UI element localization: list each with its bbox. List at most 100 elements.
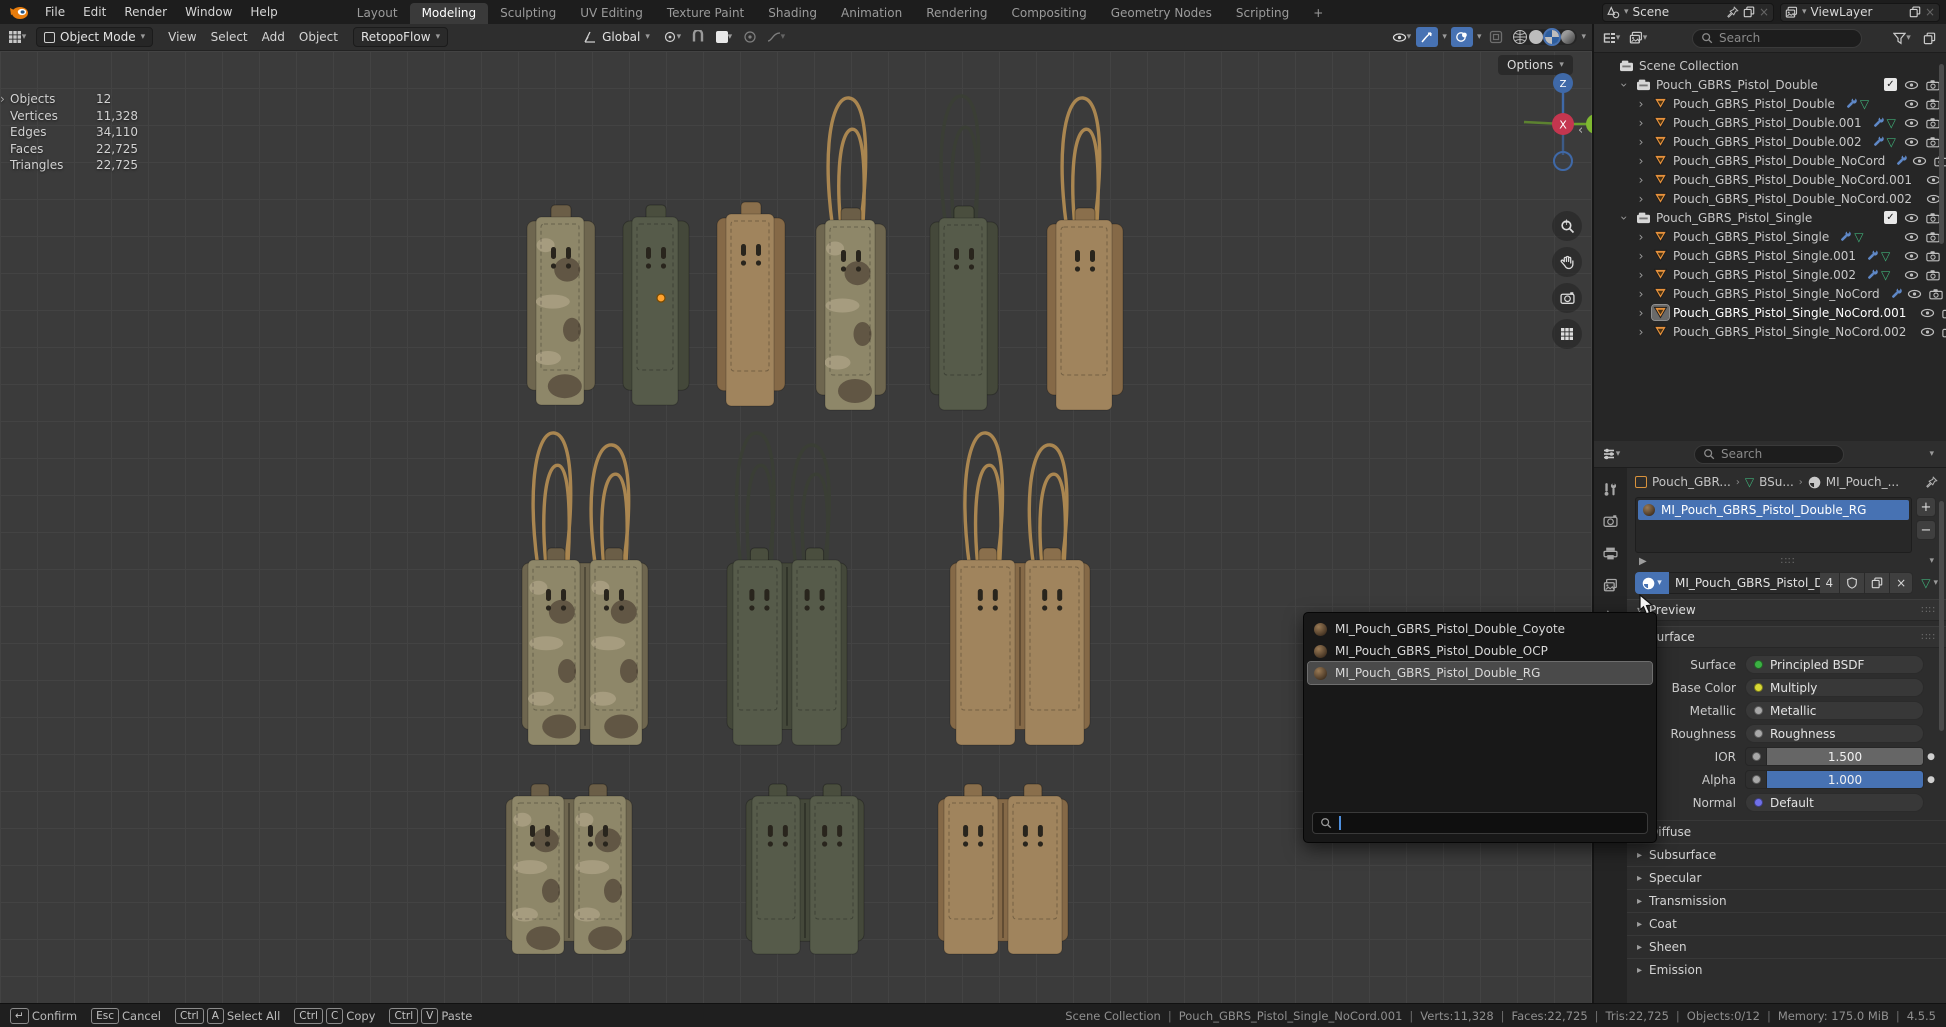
expand-arrow[interactable]: › [1617,211,1631,225]
tab-render-icon[interactable] [1603,514,1618,529]
material-name-field[interactable]: MI_Pouch_GBRS_Pistol_Dou... [1669,572,1820,594]
disable-render-camera-icon[interactable] [1926,212,1940,224]
outliner-item-label[interactable]: Pouch_GBRS_Pistol_Single [1673,230,1829,244]
outliner-row[interactable]: › Pouch_GBRS_Pistol_Single_NoCord.001 [1594,303,1946,322]
material-slot-list[interactable]: MI_Pouch_GBRS_Pistol_Double_RG [1635,497,1912,553]
expand-arrow[interactable]: › [1634,135,1648,149]
tab-scripting[interactable]: Scripting [1224,3,1301,24]
tab-compositing[interactable]: Compositing [999,3,1098,24]
browse-material-button[interactable]: ▾ [1635,572,1669,594]
mesh-icon[interactable] [1652,267,1669,282]
material-slot-row[interactable]: MI_Pouch_GBRS_Pistol_Double_RG [1638,500,1909,520]
outliner-row[interactable]: › Pouch_GBRS_Pistol_Double ▽ [1594,94,1946,113]
new-viewlayer-icon[interactable] [1909,6,1921,18]
viewport-menu-add[interactable]: Add [255,28,292,46]
expand-arrow[interactable]: › [1634,306,1648,320]
mesh-icon[interactable] [1652,115,1669,130]
zoom-tool-button[interactable]: + [1552,211,1582,241]
tab-shading[interactable]: Shading [756,3,829,24]
pin-icon[interactable] [1727,6,1739,18]
breadcrumb-material[interactable]: MI_Pouch_... [1826,475,1899,489]
triangulate-modifier-icon[interactable]: ▽ [1854,231,1863,243]
decorator-dot[interactable]: ● [1924,775,1938,785]
outliner-row[interactable]: › Pouch_GBRS_Pistol_Single ✓ [1594,208,1946,227]
tab-viewlayer-icon[interactable] [1603,578,1618,593]
disable-render-camera-icon[interactable] [1926,231,1940,243]
disable-render-camera-icon[interactable] [1926,136,1940,148]
properties-editor-type-icon[interactable]: ▾ [1600,444,1622,464]
hide-eye-icon[interactable] [1904,232,1919,242]
alpha-slider[interactable]: 1.000 [1767,770,1924,789]
breadcrumb-mesh-data[interactable]: BSu... [1759,475,1794,489]
outliner-item-label[interactable]: Pouch_GBRS_Pistol_Double_NoCord [1673,154,1885,168]
menu-render[interactable]: Render [115,3,176,21]
hide-eye-icon[interactable] [1920,327,1935,337]
collection-icon[interactable] [1635,77,1652,92]
mesh-icon[interactable] [1652,305,1669,320]
outliner-row[interactable]: › Pouch_GBRS_Pistol_Double_NoCord.002 [1594,189,1946,208]
modifier-wrench-icon[interactable] [1866,268,1879,281]
outliner-item-label[interactable]: Pouch_GBRS_Pistol_Single.002 [1673,268,1856,282]
outliner-row[interactable]: › Pouch_GBRS_Pistol_Double_NoCord [1594,151,1946,170]
slot-specials-dropdown[interactable]: ▾ [1929,557,1934,566]
triangulate-modifier-icon[interactable]: ▽ [1881,269,1890,281]
expand-arrow[interactable]: › [1617,78,1631,92]
modifier-wrench-icon[interactable] [1872,116,1885,129]
outliner-item-label[interactable]: Pouch_GBRS_Pistol_Single.001 [1673,249,1856,263]
editor-type-icon[interactable]: ▾ [6,27,28,47]
mesh-icon[interactable] [1652,286,1669,301]
hide-eye-icon[interactable] [1904,118,1919,128]
expand-arrow[interactable]: › [1634,97,1648,111]
outliner-row[interactable]: › Pouch_GBRS_Pistol_Single.001 ▽ [1594,246,1946,265]
outliner-row[interactable]: › Pouch_GBRS_Pistol_Single.002 ▽ [1594,265,1946,284]
material-specials-dropdown[interactable]: ▽▾ [1921,576,1938,590]
outliner-item-label[interactable]: Pouch_GBRS_Pistol_Double_NoCord.001 [1673,173,1912,187]
3d-viewport[interactable]: › Objects12Vertices11,328Edges34,110Face… [0,51,1592,1003]
disable-render-camera-icon[interactable] [1926,79,1940,91]
metallic-input[interactable]: Metallic [1745,701,1924,720]
panel-diffuse-header[interactable]: ▸Diffuse [1627,820,1946,843]
properties-scrollbar[interactable] [1939,501,1944,731]
outliner-editor-type-icon[interactable]: ▾ [1600,28,1622,48]
disable-render-camera-icon[interactable] [1942,326,1946,338]
tab-tool-icon[interactable] [1603,482,1618,497]
mesh-icon[interactable] [1652,172,1669,187]
viewport-menu-view[interactable]: View [161,28,203,46]
menu-window[interactable]: Window [176,3,241,21]
triangulate-modifier-icon[interactable]: ▽ [1860,98,1869,110]
collection-icon[interactable] [1618,58,1635,73]
tab-animation[interactable]: Animation [829,3,914,24]
modifier-wrench-icon[interactable] [1872,135,1885,148]
menu-file[interactable]: File [36,3,74,21]
tab-sculpting[interactable]: Sculpting [488,3,568,24]
delete-viewlayer-icon[interactable]: × [1925,5,1935,19]
node-socket[interactable] [1745,770,1767,789]
mesh-icon[interactable] [1652,96,1669,111]
add-workspace-button[interactable]: + [1301,3,1335,24]
expand-arrow[interactable]: › [1634,173,1648,187]
new-material-icon[interactable] [1865,572,1890,594]
viewlayer-selector[interactable]: ▾ ViewLayer × [1780,3,1940,22]
gizmos-dropdown[interactable]: ▾ [1442,33,1447,42]
fake-user-shield-icon[interactable] [1840,572,1865,594]
mesh-icon[interactable] [1652,324,1669,339]
hide-eye-icon[interactable] [1904,137,1919,147]
modifier-wrench-icon[interactable] [1839,230,1852,243]
panel-subsurface-header[interactable]: ▸Subsurface [1627,843,1946,866]
collection-icon[interactable] [1635,210,1652,225]
disable-render-camera-icon[interactable] [1942,307,1946,319]
disable-render-camera-icon[interactable] [1926,269,1940,281]
hide-eye-icon[interactable] [1904,80,1919,90]
modifier-wrench-icon[interactable] [1866,249,1879,262]
stats-collapse-icon[interactable]: › [0,91,5,108]
tab-modeling[interactable]: Modeling [410,3,489,24]
shading-solid-icon[interactable] [1529,30,1543,44]
base-color-input[interactable]: Multiply [1745,678,1924,697]
panel-transmission-header[interactable]: ▸Transmission [1627,889,1946,912]
remove-slot-button[interactable]: − [1916,520,1936,540]
add-slot-button[interactable]: + [1916,497,1936,517]
triangulate-modifier-icon[interactable]: ▽ [1881,250,1890,262]
outliner-row[interactable]: › Pouch_GBRS_Pistol_Single_NoCord.002 [1594,322,1946,341]
outliner-row[interactable]: Scene Collection [1594,56,1946,75]
outliner-item-label[interactable]: Pouch_GBRS_Pistol_Double_NoCord.002 [1673,192,1912,206]
